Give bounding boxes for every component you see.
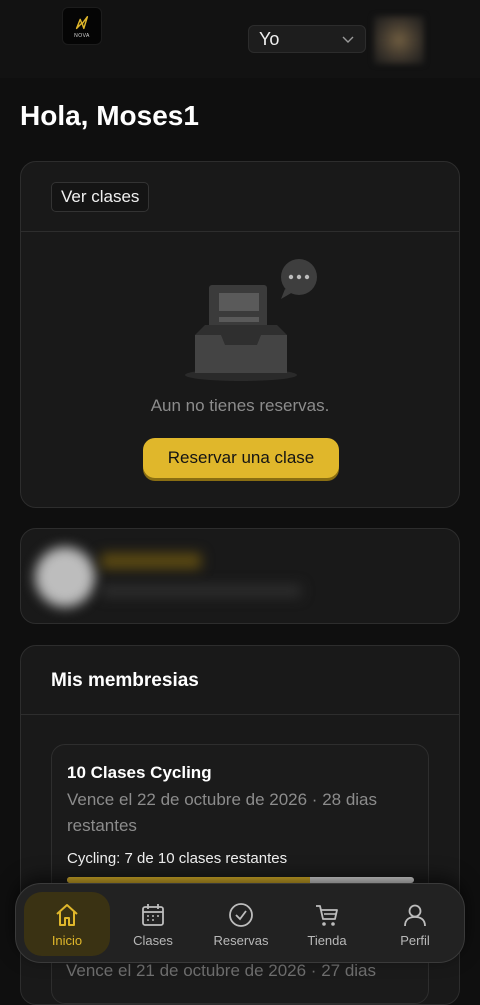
- check-circle-icon: [229, 902, 253, 927]
- nav-label: Tienda: [307, 932, 347, 948]
- blurred-avatar: [35, 547, 95, 607]
- reservations-card: Ver clases Aun no tienes reservas. Reser…: [20, 161, 460, 508]
- card-divider: [21, 231, 459, 232]
- nav-label: Clases: [133, 932, 173, 948]
- membership-name: 10 Clases Cycling: [67, 763, 212, 782]
- greeting-title: Hola, Moses1: [20, 100, 199, 131]
- app-logo[interactable]: NOVA: [62, 7, 102, 45]
- card-divider: [21, 714, 459, 715]
- user-icon: [404, 904, 426, 926]
- blurred-text: [101, 553, 201, 569]
- home-icon: [56, 903, 78, 926]
- nav-label: Inicio: [51, 932, 83, 948]
- top-bar: NOVA Yo: [0, 0, 480, 78]
- empty-reservations-text: Aun no tienes reservas.: [150, 396, 330, 415]
- blurred-card[interactable]: [20, 528, 460, 624]
- nav-item-clases[interactable]: Clases: [110, 892, 196, 956]
- nav-item-tienda[interactable]: Tienda: [284, 892, 370, 956]
- nav-item-reservas[interactable]: Reservas: [198, 892, 284, 956]
- cart-icon: [316, 904, 338, 926]
- logo-text: NOVA: [74, 32, 90, 39]
- lightning-logo-icon: [75, 15, 89, 29]
- calendar-icon: [142, 903, 164, 926]
- chevron-down-icon: [342, 36, 354, 43]
- membership-expiry: Vence el 22 de octubre de 2026 · 28 dias…: [67, 790, 378, 835]
- profile-select[interactable]: Yo: [248, 25, 366, 53]
- nav-item-perfil[interactable]: Perfil: [372, 892, 458, 956]
- bottom-nav: Inicio Clases Reservas Tienda Perfil: [15, 883, 465, 963]
- avatar[interactable]: [374, 16, 424, 64]
- view-classes-tab[interactable]: Ver clases: [51, 182, 150, 212]
- membership-remaining: Cycling: 7 de 10 clases restantes: [67, 850, 288, 867]
- book-class-button[interactable]: Reservar una clase: [143, 438, 339, 478]
- profile-select-value: Yo: [259, 28, 280, 49]
- nav-item-inicio[interactable]: Inicio: [24, 892, 110, 956]
- nav-label: Perfil: [400, 932, 430, 948]
- memberships-title: Mis membresias: [51, 670, 199, 691]
- blurred-subtext: [101, 585, 301, 597]
- nav-label: Reservas: [213, 932, 269, 948]
- empty-inbox-icon: [185, 259, 317, 381]
- membership-expiry: Vence el 21 de octubre de 2026 · 27 dias: [66, 961, 377, 980]
